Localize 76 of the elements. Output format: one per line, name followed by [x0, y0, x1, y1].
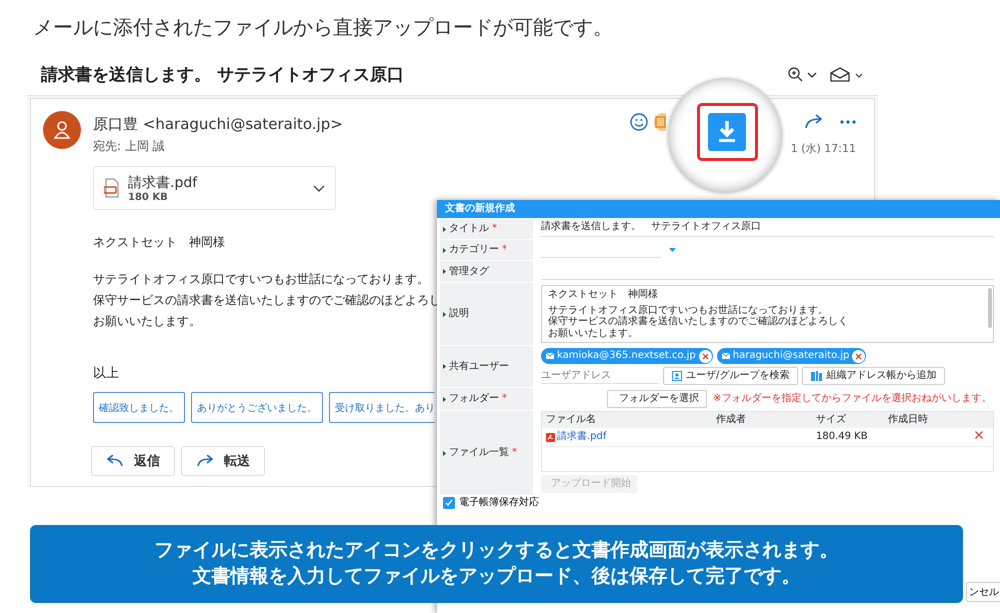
quick-reply-button[interactable]: 確認致しました。: [93, 392, 185, 423]
more-icon[interactable]: [840, 120, 856, 124]
smiley-icon[interactable]: [630, 113, 648, 131]
column-header: 作成日時: [887, 414, 929, 426]
email-body-line: お願いいたします。: [93, 313, 202, 330]
remove-icon[interactable]: [698, 350, 712, 362]
bullet-icon: [443, 364, 446, 369]
table-cell-text: 180.49 KB: [815, 431, 869, 443]
bullet-icon: [443, 396, 446, 402]
mail-icon: [722, 353, 730, 359]
email-subject: 請求書を送信します。 サテライトオフィス原口: [41, 64, 404, 86]
label-text: タイトル: [449, 223, 489, 235]
dropdown-icon[interactable]: [669, 248, 676, 252]
required-mark: *: [512, 447, 517, 459]
reply-button[interactable]: 返信: [91, 446, 175, 476]
contact-icon: [672, 371, 682, 381]
bullet-icon: [443, 450, 446, 456]
forward-icon: [196, 455, 214, 467]
recipient: 宛先: 上岡 誠: [93, 138, 166, 155]
bullet-icon: [443, 226, 446, 232]
remove-icon[interactable]: [852, 350, 866, 362]
pdf-icon: [546, 432, 555, 442]
quick-reply-button[interactable]: ありがとうございました。: [191, 392, 323, 423]
label-text: ファイル一覧: [449, 447, 509, 459]
cancel-button[interactable]: ンセル: [966, 582, 1000, 602]
description-line: 保守サービスの請求書を送信いたしますのでご確認のほどよろしく: [548, 316, 849, 328]
bullet-icon: [443, 269, 446, 274]
forward-icon[interactable]: [804, 114, 824, 130]
description-line: ネクストセット 神岡様: [548, 289, 659, 300]
mail-icon: [546, 353, 554, 359]
required-mark: *: [502, 244, 507, 256]
delete-icon[interactable]: [975, 431, 983, 440]
envelope-icon[interactable]: [830, 66, 864, 82]
email-date: 1 (水) 17:11: [790, 141, 856, 156]
email-greeting: ネクストセット 神岡様: [93, 234, 226, 251]
pdf-file-icon: [104, 178, 120, 198]
reply-icon: [106, 455, 124, 467]
checkbox-label: 電子帳簿保存対応: [459, 497, 539, 509]
bullet-icon: [443, 312, 446, 316]
label-text: 管理タグ: [449, 266, 489, 278]
title-field[interactable]: 請求書を送信します。 サテライトオフィス原口: [541, 221, 994, 237]
email-body-line: サテライトオフィス原口ですいつもお世話になっております。: [93, 271, 430, 288]
required-mark: *: [502, 393, 507, 405]
checkbox[interactable]: [443, 497, 455, 509]
banner-text: ファイルに表示されたアイコンをクリックすると文書作成画面が表示されます。 文書情報を入力してファイルをアップロード、後は保存して完了です。: [154, 538, 838, 589]
file-link[interactable]: 請求書.pdf: [542, 431, 712, 443]
chevron-down-icon[interactable]: [313, 184, 325, 192]
label-text: フォルダー: [449, 393, 499, 405]
description-line: サテライトオフィス原口ですいつもお世話になっております。: [548, 304, 829, 316]
sender-address: 原口豊 <haraguchi@sateraito.jp>: [93, 115, 343, 134]
download-icon[interactable]: [708, 113, 746, 151]
bullet-icon: [443, 248, 446, 252]
caption-text: メールに添付されたファイルから直接アップロードが可能です。: [32, 14, 614, 41]
column-header: サイズ: [815, 414, 847, 426]
person-icon: [54, 121, 70, 139]
label-text: カテゴリー: [449, 244, 499, 256]
quick-reply-button[interactable]: 受け取りました。あり: [329, 392, 435, 423]
user-address-field[interactable]: ユーザアドレス: [541, 368, 659, 384]
add-user-button[interactable]: 組織アドレス帳から追加: [802, 367, 946, 385]
label-text: 説明: [449, 308, 469, 320]
zoom-icon[interactable]: [788, 66, 818, 82]
column-header: ファイル名: [545, 414, 597, 426]
description-line: お願いいたします。: [548, 328, 639, 339]
required-mark: *: [492, 223, 497, 235]
attachment-name: 請求書.pdf: [128, 174, 198, 192]
description-field[interactable]: ネクストセット 神岡様 サテライトオフィス原口ですいつもお世話になっております。 保守サービスの請求書を送信いたしますのでご確認のほどよろしく お願いいたします。: [541, 285, 994, 343]
attachment-size: 180 KB: [128, 192, 169, 202]
dialog-title: 文書の新規作成: [437, 200, 1000, 218]
add-user-button[interactable]: ユーザ/グループを検索: [663, 367, 798, 385]
forward-button[interactable]: 転送: [181, 446, 265, 476]
attachment-card[interactable]: 請求書.pdf 180 KB: [93, 166, 336, 210]
label-text: 共有ユーザー: [449, 360, 509, 372]
column-header: 作成者: [715, 414, 747, 426]
email-closing: 以上: [93, 365, 120, 382]
folder-button[interactable]: フォルダーを選択: [607, 390, 707, 408]
folder-note: ※フォルダーを指定してからファイルを選択おねがいします。: [713, 393, 992, 405]
